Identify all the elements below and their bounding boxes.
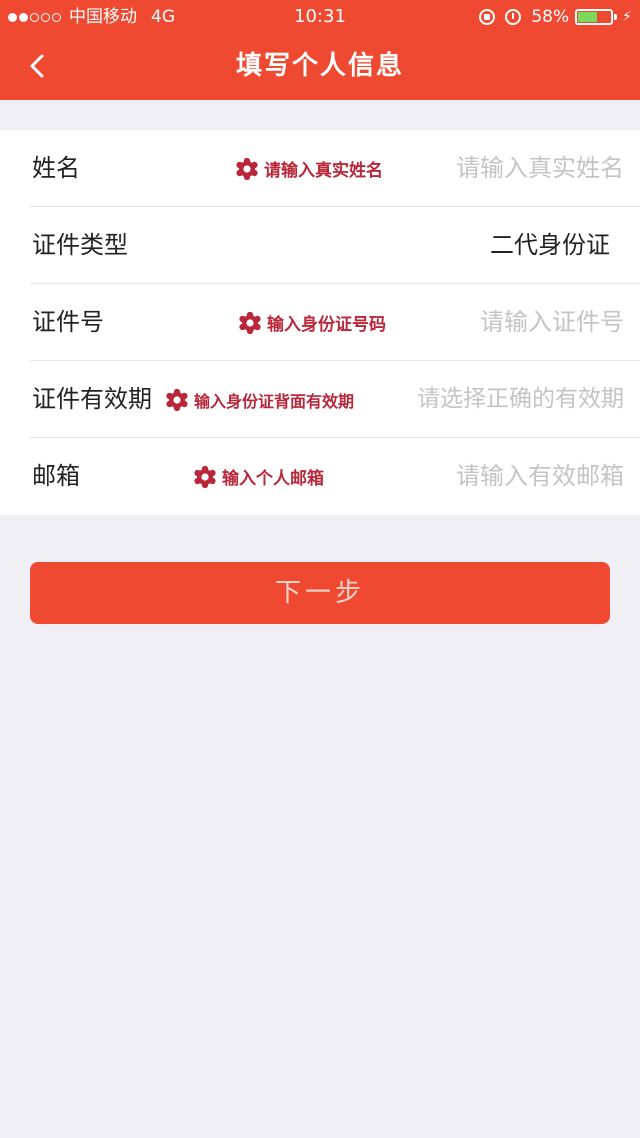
email-input[interactable]: 请输入有效邮箱 — [456, 438, 624, 515]
id-number-input[interactable]: 请输入证件号 — [480, 284, 624, 361]
name-hint: 请输入真实姓名 — [236, 130, 383, 207]
alarm-icon — [505, 9, 522, 25]
email-hint: 输入个人邮箱 — [194, 438, 324, 515]
form-row-id-number[interactable]: 证件号 输入身份证号码 请输入证件号 — [30, 284, 640, 361]
app-header: 中国移动 4G 10:31 58% ⚡ 填写个人信息 — [0, 0, 640, 100]
id-number-hint: 输入身份证号码 — [239, 284, 386, 361]
charging-icon: ⚡ — [622, 9, 632, 25]
id-validity-hint-text: 输入身份证背面有效期 — [194, 391, 355, 411]
form-row-id-validity[interactable]: 证件有效期 输入身份证背面有效期 请选择正确的有效期 — [30, 361, 640, 438]
battery-icon — [575, 9, 618, 25]
id-number-label: 证件号 — [32, 308, 104, 336]
rotation-lock-icon — [479, 9, 496, 25]
name-hint-text: 请输入真实姓名 — [264, 161, 383, 181]
id-type-label: 证件类型 — [32, 231, 128, 259]
name-label: 姓名 — [32, 154, 80, 182]
flower-icon — [166, 388, 188, 411]
nav-bar: 填写个人信息 — [0, 34, 640, 98]
battery-level — [578, 12, 597, 22]
form-row-name[interactable]: 姓名 请输入真实姓名 请输入真实姓名 — [30, 130, 640, 207]
page-title: 填写个人信息 — [235, 51, 404, 81]
personal-info-form: 姓名 请输入真实姓名 请输入真实姓名 证件类型 二代身份证 证件号 输入身份证号… — [0, 130, 640, 515]
form-row-email[interactable]: 邮箱 输入个人邮箱 请输入有效邮箱 — [30, 438, 640, 515]
flower-icon — [239, 311, 261, 334]
email-label: 邮箱 — [32, 462, 80, 490]
id-validity-hint: 输入身份证背面有效期 — [166, 361, 354, 438]
next-step-button[interactable]: 下一步 — [30, 562, 610, 624]
email-hint-text: 输入个人邮箱 — [222, 469, 324, 489]
battery-percent: 58% — [531, 7, 570, 27]
status-right: 58% ⚡ — [479, 0, 632, 34]
name-input[interactable]: 请输入真实姓名 — [456, 130, 624, 207]
id-type-select[interactable]: 二代身份证 — [490, 207, 610, 284]
id-number-hint-text: 输入身份证号码 — [267, 315, 386, 335]
id-validity-picker[interactable]: 请选择正确的有效期 — [417, 361, 624, 438]
flower-icon — [236, 157, 258, 180]
form-row-id-type[interactable]: 证件类型 二代身份证 — [30, 207, 640, 284]
flower-icon — [194, 465, 216, 488]
id-validity-label: 证件有效期 — [32, 385, 152, 413]
status-bar: 中国移动 4G 10:31 58% ⚡ — [0, 0, 640, 34]
